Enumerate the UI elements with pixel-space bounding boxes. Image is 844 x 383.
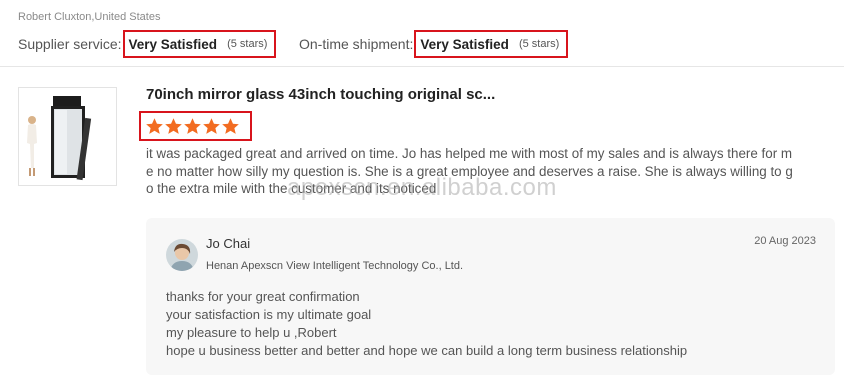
reply-line: my pleasure to help u ,Robert	[166, 325, 337, 340]
watermark: apexscn.en.alibaba.com	[287, 174, 557, 201]
star-icon	[184, 117, 201, 134]
rating-highlight-box: Very Satisfied (5 stars)	[414, 30, 569, 58]
supplier-service-rating: Supplier service: Very Satisfied (5 star…	[18, 30, 277, 58]
reply-line: thanks for your great confirmation	[166, 289, 360, 304]
rating-value: Very Satisfied	[128, 36, 218, 52]
rating-highlight-box: Very Satisfied (5 stars)	[122, 30, 277, 58]
reply-date: 20 Aug 2023	[754, 235, 816, 247]
mirror-product-image	[19, 88, 116, 185]
product-thumbnail[interactable]	[18, 87, 117, 186]
reply-line: hope u business better and better and ho…	[166, 343, 688, 358]
on-time-shipment-rating: On-time shipment: Very Satisfied (5 star…	[299, 30, 569, 58]
star-rating	[139, 111, 252, 141]
star-icon	[146, 117, 163, 134]
reply-body: thanks for your great confirmation your …	[166, 288, 687, 360]
rating-value: Very Satisfied	[420, 36, 509, 52]
reviewer-name: Robert Cluxton,United States	[18, 11, 161, 23]
reply-line: your satisfaction is my ultimate goal	[166, 307, 372, 322]
supplier-reply-card: Jo Chai Henan Apexscn View Intelligent T…	[146, 218, 835, 375]
rating-stars-text: (5 stars)	[518, 38, 560, 50]
rating-label: On-time shipment:	[299, 36, 414, 52]
star-icon	[203, 117, 220, 134]
star-icon	[222, 117, 239, 134]
divider	[0, 66, 844, 67]
rating-stars-text: (5 stars)	[227, 38, 268, 50]
avatar	[166, 239, 198, 271]
rating-label: Supplier service:	[18, 36, 122, 52]
reply-author-name: Jo Chai	[206, 236, 251, 251]
product-title-link[interactable]: 70inch mirror glass 43inch touching orig…	[146, 86, 495, 103]
reply-company-name: Henan Apexscn View Intelligent Technolog…	[206, 260, 464, 272]
avatar-image	[166, 239, 198, 271]
star-icon	[165, 117, 182, 134]
